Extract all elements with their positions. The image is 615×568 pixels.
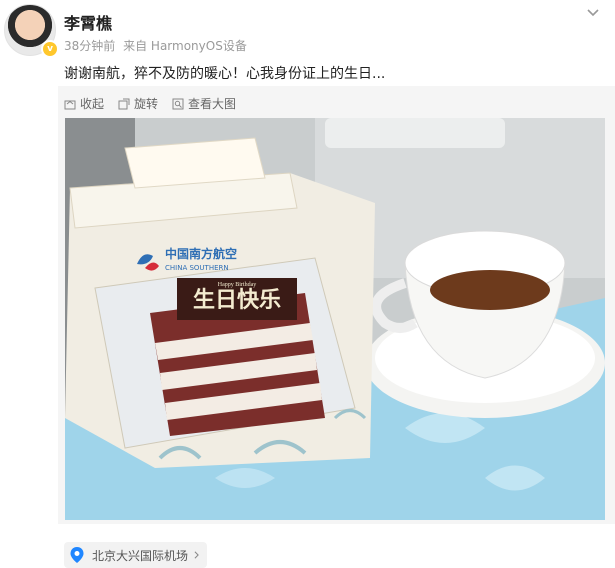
image-toolbar: 收起 旋转 查看大图 bbox=[64, 95, 236, 112]
view-large-button[interactable]: 查看大图 bbox=[172, 95, 236, 112]
post-text: 谢谢南航，猝不及防的暖心！心我身份证上的生日... bbox=[64, 66, 386, 82]
collapse-label: 收起 bbox=[80, 97, 105, 111]
post-time[interactable]: 38分钟前 bbox=[64, 39, 115, 53]
chevron-right-icon bbox=[194, 551, 199, 559]
rotate-icon bbox=[118, 98, 130, 109]
photo-illustration: 生日快乐 Happy Birthday 中国南方航空 CHINA SOUTHER… bbox=[65, 118, 605, 520]
post-meta: 38分钟前 来自 HarmonyOS设备 bbox=[64, 37, 251, 54]
post-photo[interactable]: 生日快乐 Happy Birthday 中国南方航空 CHINA SOUTHER… bbox=[65, 118, 605, 520]
location-name: 北京大兴国际机场 bbox=[92, 548, 189, 563]
location-pin-icon bbox=[70, 547, 84, 563]
view-large-icon bbox=[172, 98, 184, 109]
location-tag[interactable]: 北京大兴国际机场 bbox=[64, 542, 208, 568]
cake-topper-text: 生日快乐 bbox=[193, 287, 281, 312]
cake-topper-small-text: Happy Birthday bbox=[218, 282, 257, 288]
view-large-label: 查看大图 bbox=[188, 97, 237, 111]
collapse-button[interactable]: 收起 bbox=[64, 95, 104, 112]
chevron-down-icon[interactable] bbox=[583, 6, 603, 20]
rotate-button[interactable]: 旋转 bbox=[118, 95, 158, 112]
box-brand-cn: 中国南方航空 bbox=[165, 246, 237, 261]
box-brand-en: CHINA SOUTHERN bbox=[165, 264, 229, 272]
rotate-label: 旋转 bbox=[134, 97, 159, 111]
post-source: 来自 HarmonyOS设备 bbox=[123, 39, 247, 53]
collapse-icon bbox=[64, 100, 76, 109]
verified-badge-icon: v bbox=[41, 40, 59, 58]
post-username[interactable]: 李霄樵 bbox=[64, 10, 112, 34]
